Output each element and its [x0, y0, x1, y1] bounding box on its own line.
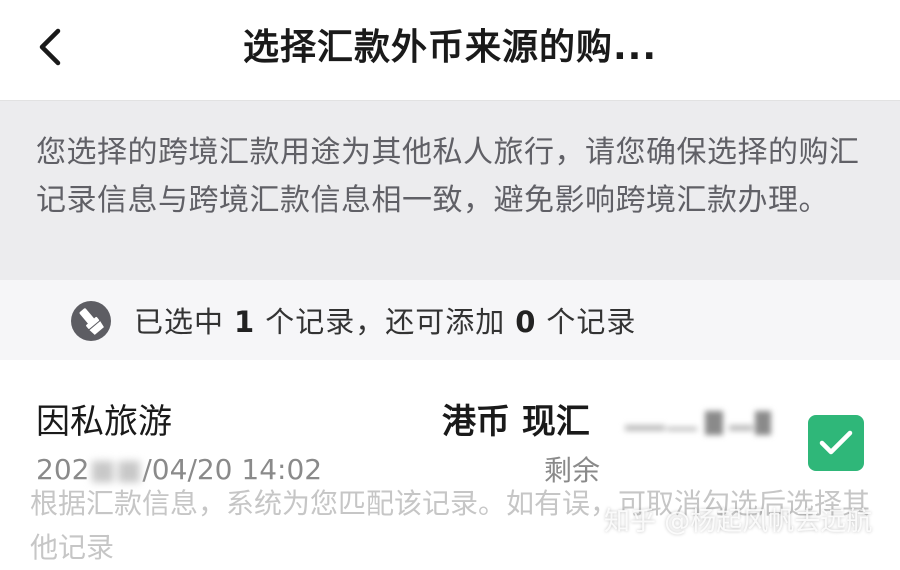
- page-title: 选择汇款外币来源的购...: [242, 27, 658, 68]
- selection-summary-text: 已选中 1 个记录，还可添加 0 个记录: [134, 300, 636, 344]
- record-amount-blurred: [625, 405, 785, 445]
- checkmark-icon: [819, 430, 853, 455]
- selection-prefix: 已选中: [134, 305, 225, 339]
- record-checkbox[interactable]: [808, 415, 864, 471]
- selection-middle: 个记录，还可添加: [265, 305, 506, 339]
- record-currency: 港币 现汇: [442, 402, 590, 442]
- notice-panel: 您选择的跨境汇款用途为其他私人旅行，请您确保选择的购汇记录信息与跨境汇款信息相一…: [0, 101, 900, 280]
- top-bar: 选择汇款外币来源的购...: [0, 0, 900, 101]
- selected-count: 1: [234, 305, 256, 339]
- back-button[interactable]: [26, 22, 76, 72]
- record-purpose: 因私旅游: [36, 402, 172, 442]
- watermark: 知乎 @杨起风帆去远航: [604, 507, 873, 537]
- selection-suffix: 个记录: [546, 305, 637, 339]
- chevron-left-icon: [39, 28, 61, 66]
- notice-text: 您选择的跨境汇款用途为其他私人旅行，请您确保选择的购汇记录信息与跨境汇款信息相一…: [36, 135, 860, 218]
- remaining-count: 0: [515, 305, 537, 339]
- brush-icon: [71, 301, 111, 341]
